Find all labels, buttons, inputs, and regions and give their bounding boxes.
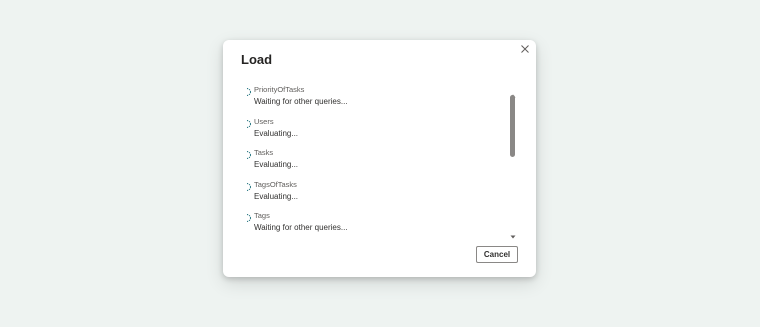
query-name: Tags bbox=[254, 211, 270, 221]
loading-spinner-icon bbox=[245, 147, 253, 160]
loading-spinner-icon bbox=[245, 179, 253, 191]
query-item: Tags Waiting for other queries... bbox=[245, 210, 507, 234]
query-item: Users Evaluating... bbox=[245, 116, 507, 148]
query-status: Waiting for other queries... bbox=[254, 223, 348, 233]
dialog-title: Load bbox=[241, 52, 273, 67]
scroll-up-arrow-icon[interactable] bbox=[509, 86, 517, 98]
query-name: Users bbox=[254, 116, 274, 126]
query-item: TagsOfTasks Evaluating... bbox=[245, 179, 507, 211]
query-item: PriorityOfTasks Waiting for other querie… bbox=[245, 84, 507, 116]
load-dialog: Load PriorityOfTasks Waiting for other q… bbox=[223, 40, 536, 277]
scroll-thumb[interactable] bbox=[510, 95, 515, 157]
query-status: Evaluating... bbox=[254, 191, 299, 201]
scroll-down-arrow-icon[interactable] bbox=[509, 227, 517, 239]
query-name: TagsOfTasks bbox=[254, 179, 297, 189]
query-item: Tasks Evaluating... bbox=[245, 147, 507, 179]
query-status: Waiting for other queries... bbox=[254, 97, 348, 106]
query-name: Tasks bbox=[254, 148, 274, 158]
loading-spinner-icon bbox=[245, 210, 253, 223]
close-icon[interactable] bbox=[519, 43, 531, 55]
query-status: Evaluating... bbox=[254, 160, 299, 170]
loading-spinner-icon bbox=[245, 116, 253, 128]
query-list: PriorityOfTasks Waiting for other querie… bbox=[245, 84, 507, 234]
query-status: Evaluating... bbox=[254, 128, 299, 138]
cancel-button[interactable]: Cancel bbox=[476, 246, 518, 263]
query-name: PriorityOfTasks bbox=[254, 85, 305, 94]
list-scrollbar[interactable] bbox=[509, 86, 517, 239]
loading-spinner-icon bbox=[245, 84, 253, 96]
